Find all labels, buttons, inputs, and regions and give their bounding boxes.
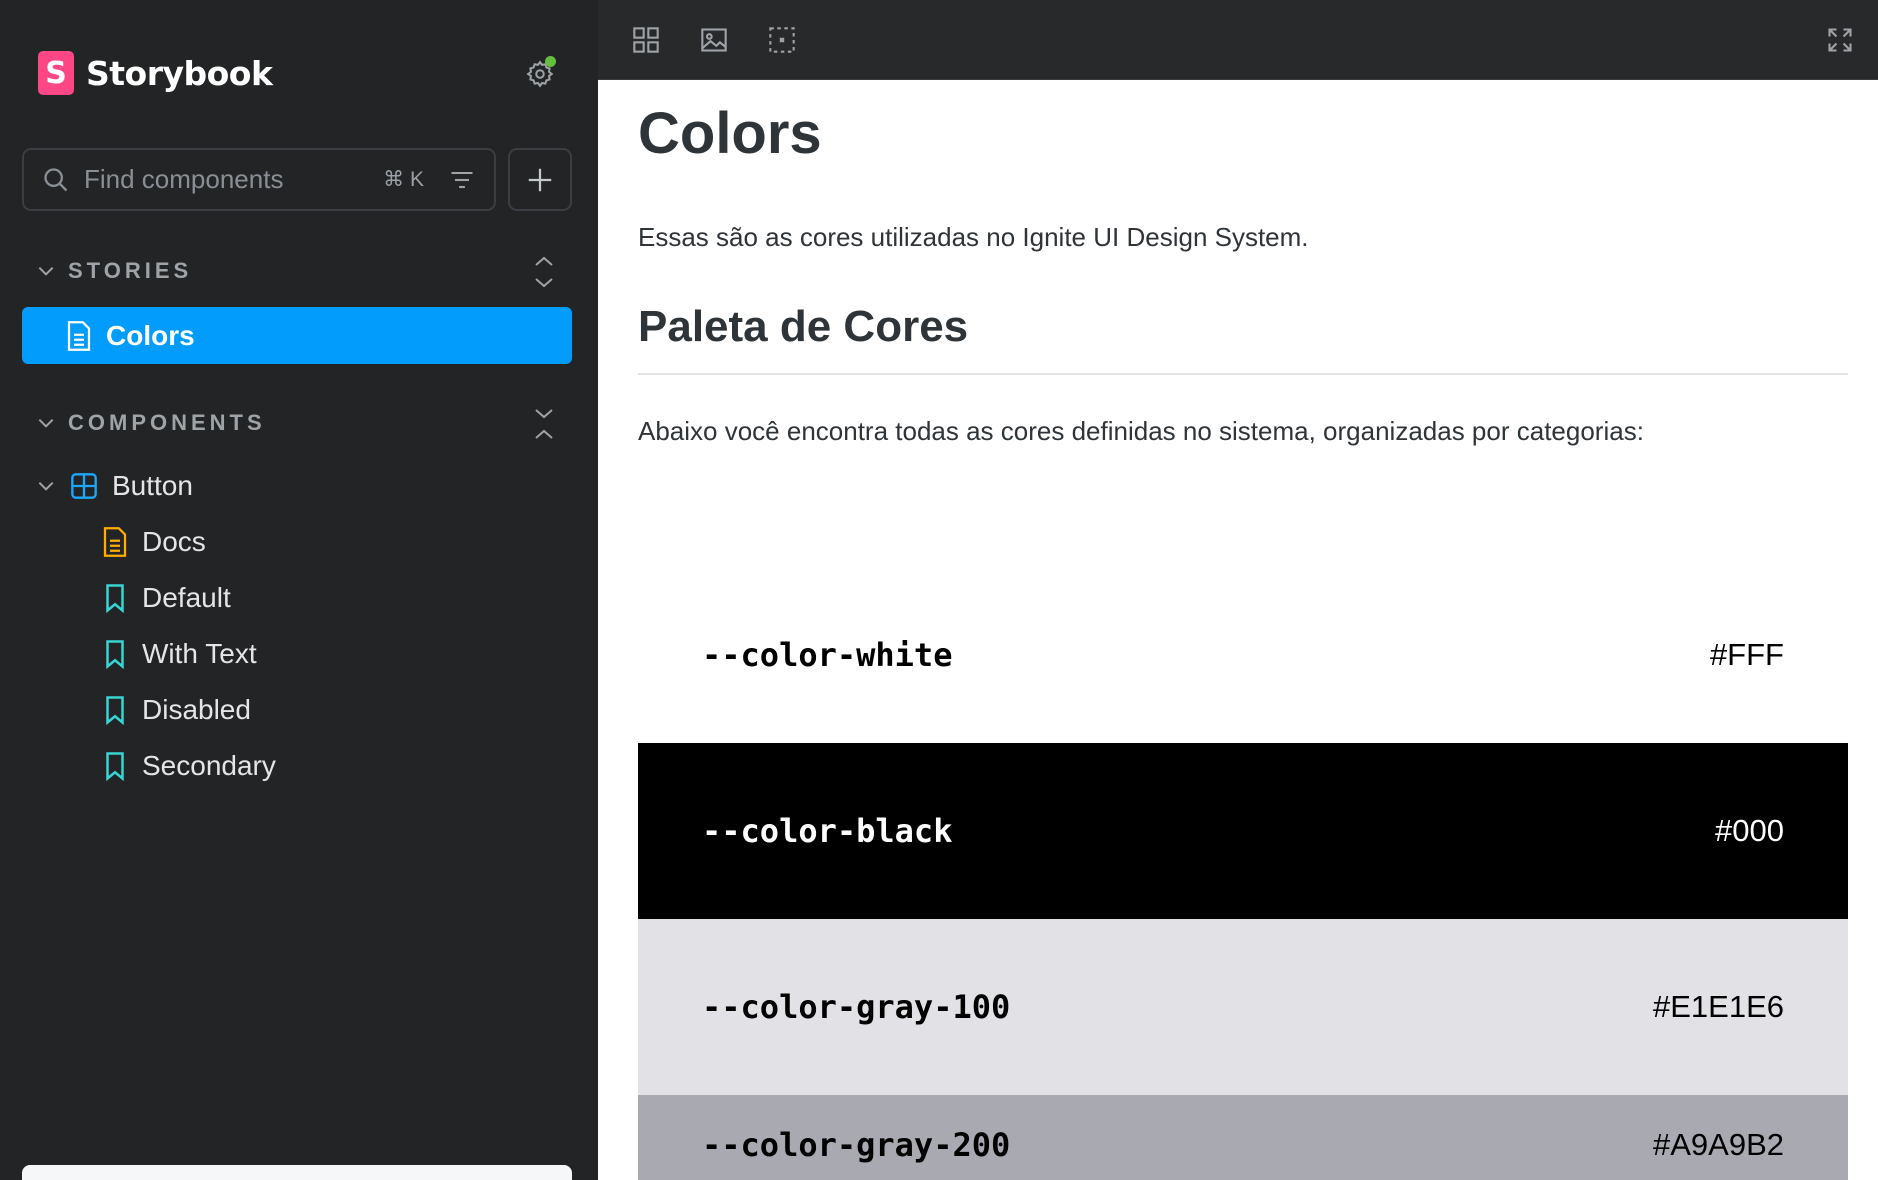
collapse-icon [535, 409, 553, 439]
add-button[interactable] [508, 148, 572, 211]
tree-item-label: Secondary [142, 750, 276, 781]
tree-item-label: Docs [142, 526, 206, 557]
plus-icon [528, 168, 552, 191]
expand-icon [535, 256, 553, 288]
chevron-down-icon [38, 266, 54, 276]
background-button[interactable] [696, 22, 732, 58]
brand-name: Storybook [86, 53, 273, 93]
tree-item-docs[interactable]: Docs [102, 526, 206, 558]
sidebar-item-colors[interactable]: Colors [22, 307, 572, 364]
document-icon [103, 527, 127, 557]
storybook-brand[interactable]: S Storybook [38, 51, 273, 95]
document-icon [67, 320, 91, 351]
color-name: --color-white [702, 636, 953, 674]
storybook-logo: S [38, 51, 74, 95]
tree-item-label: Button [112, 470, 193, 501]
collapse-all-button[interactable] [530, 406, 558, 442]
intro-text: Essas são as cores utilizadas no Ignite … [638, 222, 1309, 252]
chevron-down-icon [38, 481, 54, 491]
outline-button[interactable] [764, 22, 800, 58]
sidebar: S Storybook Find components ⌘ K STORIES [0, 0, 598, 1180]
components-section-title: COMPONENTS [68, 410, 266, 435]
color-hex: #FFF [1709, 637, 1784, 672]
tree-item-with-text[interactable]: With Text [102, 638, 257, 670]
color-swatch-gray-100: --color-gray-100 #E1E1E6 [638, 919, 1848, 1095]
bookmark-icon [106, 640, 124, 669]
chevron-down-icon [38, 418, 54, 428]
divider [638, 373, 1848, 375]
tree-item-label: With Text [142, 638, 257, 669]
expand-all-button[interactable] [530, 254, 558, 290]
components-section-header[interactable]: COMPONENTS [36, 410, 266, 436]
color-name: --color-gray-200 [702, 1126, 1011, 1164]
component-icon [71, 473, 97, 499]
status-dot [545, 56, 556, 67]
fullscreen-icon [1828, 28, 1852, 52]
color-hex: #A9A9B2 [1653, 1127, 1784, 1162]
tree-item-label: Disabled [142, 694, 251, 725]
section-heading: Paleta de Cores [638, 302, 969, 351]
settings-button[interactable] [522, 56, 558, 92]
search-shortcut: ⌘ K [383, 168, 424, 191]
grid-button[interactable] [628, 22, 664, 58]
tree-item-disabled[interactable]: Disabled [102, 694, 251, 726]
image-icon [701, 28, 727, 52]
filter-icon[interactable] [448, 166, 476, 194]
search-icon [44, 167, 68, 191]
grid-icon [633, 27, 659, 53]
fullscreen-button[interactable] [1822, 22, 1858, 58]
sidebar-item-label: Colors [106, 319, 195, 351]
preview-toolbar [598, 0, 1878, 80]
bookmark-icon [106, 584, 124, 613]
color-name: --color-gray-100 [702, 988, 1011, 1026]
page-title: Colors [638, 101, 822, 166]
stories-section-title: STORIES [68, 258, 193, 283]
tree-item-secondary[interactable]: Secondary [102, 750, 276, 782]
color-hex: #E1E1E6 [1653, 989, 1784, 1024]
bookmark-icon [106, 752, 124, 781]
color-hex: #000 [1715, 813, 1784, 848]
outline-icon [769, 27, 795, 53]
color-name: --color-black [702, 812, 953, 850]
tree-item-default[interactable]: Default [102, 582, 231, 614]
stories-section-header[interactable]: STORIES [36, 258, 192, 284]
search-input[interactable]: Find components [84, 164, 383, 195]
description-text: Abaixo você encontra todas as cores defi… [638, 416, 1644, 446]
main-panel: Colors Essas são as cores utilizadas no … [598, 0, 1878, 1180]
color-swatch-gray-200: --color-gray-200 #A9A9B2 [638, 1095, 1848, 1180]
search-field[interactable]: Find components ⌘ K [22, 148, 496, 211]
tree-item-label: Default [142, 582, 231, 613]
bookmark-icon [106, 696, 124, 725]
color-swatch-black: --color-black #000 [638, 743, 1848, 919]
tree-item-button[interactable]: Button [36, 470, 193, 502]
sidebar-bottom-panel [22, 1165, 572, 1180]
color-swatch-white: --color-white #FFF [638, 567, 1848, 743]
